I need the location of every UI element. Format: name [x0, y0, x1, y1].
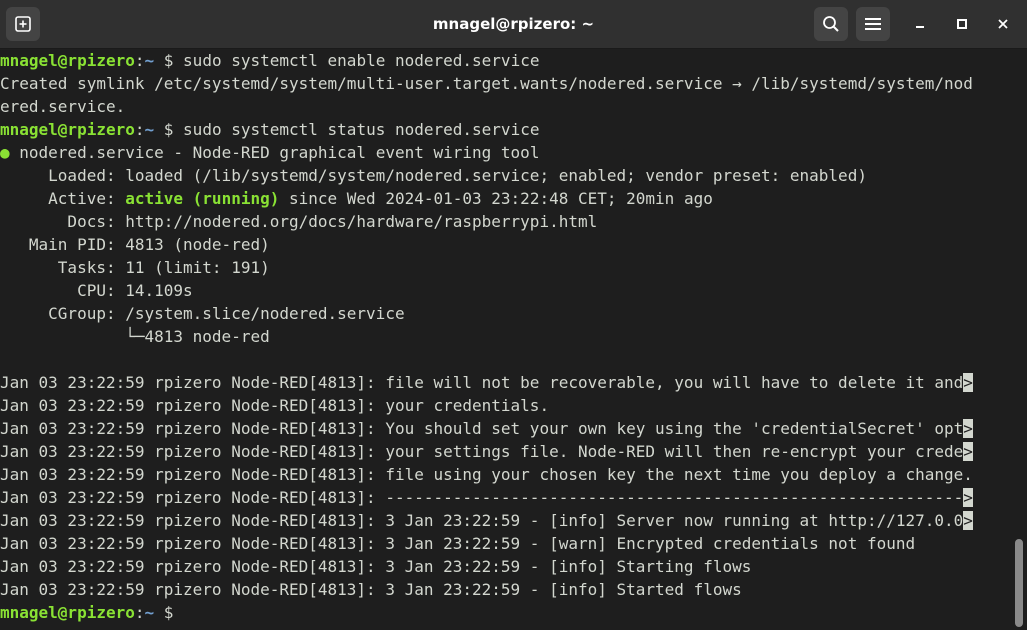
log-line: Jan 03 23:22:59 rpizero Node-RED[4813]: …: [0, 440, 1010, 463]
status-tasks-line: Tasks: 11 (limit: 191): [0, 258, 270, 277]
prompt-separator: :: [134, 603, 145, 622]
status-cpu-line: CPU: 14.109s: [0, 281, 193, 300]
search-icon: [823, 16, 839, 32]
maximize-icon: [957, 19, 967, 29]
prompt-symbol: $: [154, 120, 184, 139]
command-line[interactable]: mnagel@rpizero:~ $: [0, 601, 1010, 624]
prompt-separator: :: [134, 51, 145, 70]
log-text: Jan 03 23:22:59 rpizero Node-RED[4813]: …: [0, 580, 742, 599]
prompt-user-host: mnagel@rpizero: [0, 603, 135, 622]
menu-button[interactable]: [856, 7, 890, 41]
prompt-path: ~: [144, 51, 155, 70]
prompt-user-host: mnagel@rpizero: [0, 51, 135, 70]
scrollbar-thumb[interactable]: [1015, 539, 1023, 627]
log-line: Jan 03 23:22:59 rpizero Node-RED[4813]: …: [0, 555, 1010, 578]
active-since: since Wed 2024-01-03 23:22:48 CET; 20min…: [279, 189, 713, 208]
minimize-icon: [916, 26, 924, 28]
output-line: Created symlink /etc/systemd/system/mult…: [0, 74, 973, 93]
truncation-marker: >: [963, 442, 973, 461]
log-line: Jan 03 23:22:59 rpizero Node-RED[4813]: …: [0, 578, 1010, 601]
scrollbar[interactable]: [1012, 49, 1027, 630]
log-text: Jan 03 23:22:59 rpizero Node-RED[4813]: …: [0, 488, 964, 507]
log-text: Jan 03 23:22:59 rpizero Node-RED[4813]: …: [0, 511, 964, 530]
active-label: Active:: [0, 189, 126, 208]
minimize-button[interactable]: [906, 10, 934, 38]
status-title-line: ● nodered.service - Node-RED graphical e…: [0, 141, 1010, 164]
log-line: Jan 03 23:22:59 rpizero Node-RED[4813]: …: [0, 532, 1010, 555]
terminal-output[interactable]: mnagel@rpizero:~ $ sudo systemctl enable…: [0, 49, 1010, 630]
status-bullet-icon: ●: [0, 143, 10, 162]
new-tab-icon: [15, 16, 31, 32]
close-icon: [998, 19, 1008, 29]
status-pid-line: Main PID: 4813 (node-red): [0, 235, 270, 254]
log-text: Jan 03 23:22:59 rpizero Node-RED[4813]: …: [0, 534, 916, 553]
command-line: mnagel@rpizero:~ $ sudo systemctl status…: [0, 118, 1010, 141]
status-cgroup-line: CGroup: /system.slice/nodered.service: [0, 304, 405, 323]
log-text: Jan 03 23:22:59 rpizero Node-RED[4813]: …: [0, 465, 973, 484]
log-line: Jan 03 23:22:59 rpizero Node-RED[4813]: …: [0, 486, 1010, 509]
prompt-path: ~: [144, 603, 155, 622]
command-text: sudo systemctl enable nodered.service: [183, 51, 540, 70]
close-button[interactable]: [989, 10, 1017, 38]
status-loaded-line: Loaded: loaded (/lib/systemd/system/node…: [0, 166, 867, 185]
prompt-path: ~: [144, 120, 155, 139]
log-text: Jan 03 23:22:59 rpizero Node-RED[4813]: …: [0, 419, 964, 438]
terminal-window: mnagel@rpizero: ~ mnagel@rpizero:~ $ sud…: [0, 0, 1027, 630]
status-cgroup-child-line: └─4813 node-red: [0, 327, 270, 346]
command-text: sudo systemctl status nodered.service: [183, 120, 540, 139]
log-line: Jan 03 23:22:59 rpizero Node-RED[4813]: …: [0, 417, 1010, 440]
log-text: Jan 03 23:22:59 rpizero Node-RED[4813]: …: [0, 396, 550, 415]
hamburger-menu-icon: [865, 18, 881, 30]
log-line: Jan 03 23:22:59 rpizero Node-RED[4813]: …: [0, 394, 1010, 417]
truncation-marker: >: [963, 373, 973, 392]
truncation-marker: >: [963, 488, 973, 507]
status-docs-line: Docs: http://nodered.org/docs/hardware/r…: [0, 212, 598, 231]
log-text: Jan 03 23:22:59 rpizero Node-RED[4813]: …: [0, 373, 964, 392]
status-active-line: Active: active (running) since Wed 2024-…: [0, 187, 1010, 210]
status-title: nodered.service - Node-RED graphical eve…: [9, 143, 540, 162]
new-tab-button[interactable]: [6, 7, 40, 41]
log-line: Jan 03 23:22:59 rpizero Node-RED[4813]: …: [0, 371, 1010, 394]
active-state: active (running): [125, 189, 280, 208]
maximize-button[interactable]: [948, 10, 976, 38]
truncation-marker: >: [963, 419, 973, 438]
command-line: mnagel@rpizero:~ $ sudo systemctl enable…: [0, 49, 1010, 72]
log-text: Jan 03 23:22:59 rpizero Node-RED[4813]: …: [0, 442, 964, 461]
log-line: Jan 03 23:22:59 rpizero Node-RED[4813]: …: [0, 509, 1010, 532]
search-button[interactable]: [814, 7, 848, 41]
output-line: ered.service.: [0, 97, 126, 116]
log-text: Jan 03 23:22:59 rpizero Node-RED[4813]: …: [0, 557, 752, 576]
prompt-separator: :: [134, 120, 145, 139]
prompt-user-host: mnagel@rpizero: [0, 120, 135, 139]
truncation-marker: >: [963, 511, 973, 530]
titlebar: mnagel@rpizero: ~: [0, 0, 1027, 49]
prompt-symbol: $: [154, 603, 184, 622]
log-line: Jan 03 23:22:59 rpizero Node-RED[4813]: …: [0, 463, 1010, 486]
prompt-symbol: $: [154, 51, 184, 70]
